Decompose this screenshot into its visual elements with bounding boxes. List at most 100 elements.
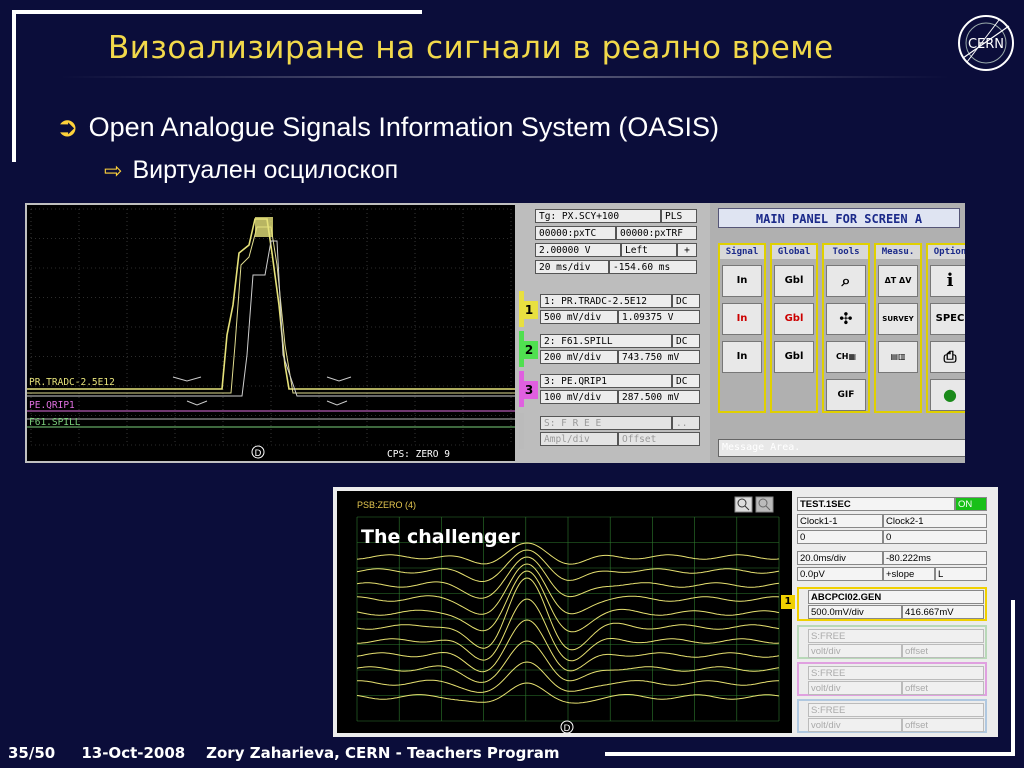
- channel-offset[interactable]: 1.09375 V: [618, 310, 700, 324]
- channel-scale[interactable]: 200 mV/div: [540, 350, 618, 364]
- option-print-button[interactable]: ⎙: [930, 341, 965, 373]
- trace-pr-tradc: [27, 218, 515, 390]
- channel-name[interactable]: 3: PE.QRIP1: [540, 374, 672, 388]
- frame-left-bar: [12, 10, 16, 162]
- signal-in-write-button[interactable]: In: [722, 341, 762, 373]
- free-slot-name[interactable]: S:FREE: [808, 629, 984, 643]
- channel-number-tag[interactable]: 3: [520, 381, 538, 399]
- main-panel-header: MAIN PANEL FOR SCREEN A: [718, 208, 960, 228]
- tools-zoom-button[interactable]: ⌕: [826, 265, 866, 297]
- channel-name[interactable]: S: F R E E: [540, 416, 672, 430]
- trigger-mode[interactable]: PLS: [661, 209, 697, 223]
- free-slot: S:FREE volt/div offset: [797, 662, 987, 696]
- bullet-virtual-scope: ⇨ Виртуален осцилоскоп: [104, 156, 398, 185]
- frame-right-bar: [1011, 600, 1015, 756]
- timebase[interactable]: 20 ms/div: [535, 260, 609, 274]
- free-slot-scale[interactable]: volt/div: [808, 644, 902, 658]
- free-slot: S:FREE volt/div offset: [797, 625, 987, 659]
- free-slot-offset[interactable]: offset: [902, 681, 984, 695]
- channel-coupling[interactable]: ..: [672, 416, 700, 430]
- measu-pref-button[interactable]: ▤▥: [878, 341, 918, 373]
- channel1-name[interactable]: ABCPCI02.GEN: [808, 590, 984, 604]
- option-status-button[interactable]: ●: [930, 379, 965, 411]
- trace-spike-block: [255, 217, 273, 237]
- trigger-source-2[interactable]: 00000:pxTRF: [616, 226, 697, 240]
- trigger-level[interactable]: 2.00000 V: [535, 243, 621, 257]
- channel-icon: CH▦: [835, 352, 857, 361]
- marker-right: [326, 376, 352, 382]
- timebase-field[interactable]: 20.0ms/div: [797, 551, 883, 565]
- channel-scale[interactable]: Ampl/div: [540, 432, 618, 446]
- cursor-icon: ✣: [839, 309, 853, 328]
- signal-name[interactable]: TEST.1SEC: [797, 497, 955, 511]
- trigger-sign[interactable]: +: [677, 243, 697, 257]
- clock1-value[interactable]: 0: [797, 530, 883, 544]
- trigger-slope[interactable]: Left: [621, 243, 677, 257]
- option-info-button[interactable]: i: [930, 265, 965, 297]
- channel-row: 3 3: PE.QRIP1 DC 100 mV/div 287.500 mV: [519, 371, 707, 407]
- column-header-signal[interactable]: Signal: [720, 245, 764, 259]
- channel-name[interactable]: 2: F61.SPILL: [540, 334, 672, 348]
- delay-field[interactable]: -80.222ms: [883, 551, 987, 565]
- channel-offset[interactable]: 287.500 mV: [618, 390, 700, 404]
- channel-coupling[interactable]: DC: [672, 294, 700, 308]
- level-field[interactable]: 0.0pV: [797, 567, 883, 581]
- label-pr-tradc: PR.TRADC-2.5E12: [29, 377, 115, 388]
- frame-top-bar: [12, 10, 422, 14]
- frame-bottom-bar: [605, 752, 1015, 756]
- channel-coupling[interactable]: DC: [672, 334, 700, 348]
- global-gbl-delete-button[interactable]: Gbl: [774, 303, 814, 335]
- signal-state[interactable]: ON: [955, 497, 987, 511]
- channel-row: 1 1: PR.TRADC-2.5E12 DC 500 mV/div 1.09375 V: [519, 291, 707, 327]
- trace-pr-tradc-3: [27, 240, 515, 397]
- channel-number-tag[interactable]: 2: [520, 341, 538, 359]
- channel1-offset[interactable]: 416.667mV: [902, 605, 984, 619]
- global-gbl-write-button[interactable]: Gbl: [774, 341, 814, 373]
- channel-offset[interactable]: Offset: [618, 432, 700, 446]
- outline-arrow-icon: ⇨: [104, 158, 123, 183]
- slope-side-field[interactable]: L: [935, 567, 987, 581]
- title-underline: [60, 76, 950, 78]
- option-spec-button[interactable]: SPEC: [930, 303, 965, 335]
- scope1-display[interactable]: PR.TRADC-2.5E12 PE.QRIP1 F61.SPILL D CPS…: [27, 205, 515, 461]
- free-slot-offset[interactable]: offset: [902, 718, 984, 732]
- scope2-display[interactable]: PSB:ZERO (4) The challenger D: [337, 491, 792, 733]
- column-header-option[interactable]: Option: [928, 245, 965, 259]
- trigger-name[interactable]: Tg: PX.SCY+100: [535, 209, 661, 223]
- free-slot-scale[interactable]: volt/div: [808, 718, 902, 732]
- column-header-tools[interactable]: Tools: [824, 245, 868, 259]
- trigger-delay[interactable]: -154.60 ms: [609, 260, 697, 274]
- printer-icon: ⎙: [943, 347, 957, 366]
- signal-in-delete-button[interactable]: In: [722, 303, 762, 335]
- channel-name[interactable]: 1: PR.TRADC-2.5E12: [540, 294, 672, 308]
- signal-in-button[interactable]: In: [722, 265, 762, 297]
- clock1-field[interactable]: Clock1-1: [797, 514, 883, 528]
- free-slot-offset[interactable]: offset: [902, 644, 984, 658]
- free-slot-name[interactable]: S:FREE: [808, 703, 984, 717]
- marker-lower-left: [186, 400, 208, 406]
- message-area: Message Area.: [718, 439, 965, 457]
- column-header-measu[interactable]: Measu.: [876, 245, 920, 259]
- trigger-source-1[interactable]: 00000:pxTC: [535, 226, 616, 240]
- free-slot-scale[interactable]: volt/div: [808, 681, 902, 695]
- measu-survey-button[interactable]: SURVEY: [878, 303, 918, 335]
- java-viewer-screenshot: PSB:ZERO (4) The challenger D 1 TEST.1SE…: [333, 487, 998, 737]
- clock2-field[interactable]: Clock2-1: [883, 514, 987, 528]
- trigger-block: Tg: PX.SCY+100 PLS 00000:pxTC 00000:pxTR…: [535, 209, 707, 285]
- tools-gif-button[interactable]: GIF: [826, 379, 866, 411]
- slope-field[interactable]: +slope: [883, 567, 935, 581]
- channel-offset[interactable]: 743.750 mV: [618, 350, 700, 364]
- channel-coupling[interactable]: DC: [672, 374, 700, 388]
- global-gbl-button[interactable]: Gbl: [774, 265, 814, 297]
- free-slot-name[interactable]: S:FREE: [808, 666, 984, 680]
- channel-scale[interactable]: 100 mV/div: [540, 390, 618, 404]
- channel1-scale[interactable]: 500.0mV/div: [808, 605, 902, 619]
- clock2-value[interactable]: 0: [883, 530, 987, 544]
- measu-delta-button[interactable]: ΔT ΔV: [878, 265, 918, 297]
- column-header-global[interactable]: Global: [772, 245, 816, 259]
- tools-channel-button[interactable]: CH▦: [826, 341, 866, 373]
- channel-scale[interactable]: 500 mV/div: [540, 310, 618, 324]
- tools-cursors-button[interactable]: ✣: [826, 303, 866, 335]
- channel-number-tag[interactable]: 1: [520, 301, 538, 319]
- scope1-status: CPS: ZERO 9: [387, 449, 450, 460]
